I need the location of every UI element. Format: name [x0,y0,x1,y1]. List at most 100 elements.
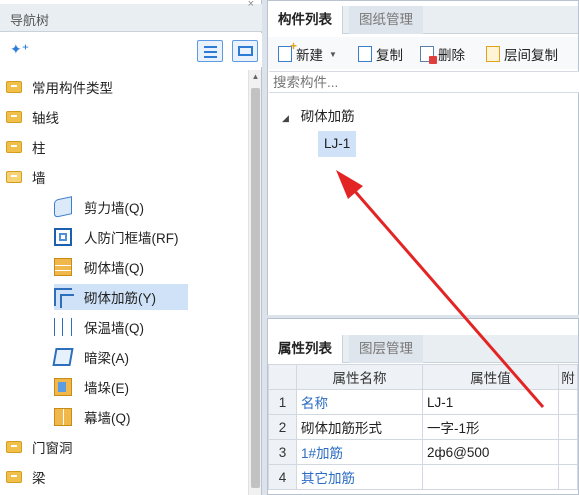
new-button[interactable]: 新建 ▼ [278,39,337,64]
property-extra[interactable] [558,439,578,465]
tree-item-label: 常用构件类型 [32,81,113,96]
copy-button[interactable]: 复制 [358,44,403,64]
floor-copy-button[interactable]: 层间复制 [486,44,558,64]
list-line-icon [204,46,217,48]
property-panel: 属性列表 图层管理 属性名称 属性值 附 1 名称 LJ-1 2 砌体加筋形式 … [267,318,579,495]
row-number: 1 [268,389,297,415]
property-name: 砌体加筋形式 [296,414,423,440]
tree-item-beam[interactable]: 梁 [6,464,46,490]
grid-corner [268,364,297,390]
tab-property-list[interactable]: 属性列表 [268,335,343,363]
new-label: 新建 [296,48,323,63]
delete-label: 删除 [438,48,465,63]
nav-toolbar: ✦⁺ [0,33,262,67]
row-number: 2 [268,414,297,440]
column-header-name: 属性名称 [296,364,423,390]
table-row[interactable]: 2 砌体加筋形式 一字-1形 [268,414,578,440]
tree-item-label: 墙垛(E) [84,381,129,396]
tree-item-insulation-wall[interactable]: 保温墙(Q) [54,314,144,340]
tree-item-masonry-rebar[interactable]: 砌体加筋(Y) [54,284,188,310]
tree-item-shear-wall[interactable]: 剪力墙(Q) [54,194,144,220]
floor-copy-icon [486,46,500,62]
property-extra[interactable] [558,414,578,440]
row-number: 4 [268,464,297,490]
component-tree-root[interactable]: ◢ 砌体加筋 [282,105,355,125]
search-box [269,71,579,93]
chevron-down-icon[interactable]: ▼ [329,50,337,59]
tree-item-column[interactable]: 柱 [6,134,46,160]
tree-item-label: 暗梁(A) [84,351,129,366]
component-item-lj1[interactable]: LJ-1 [318,131,357,157]
card-view-button[interactable] [232,40,258,62]
scroll-thumb[interactable] [251,88,260,488]
card-icon [238,46,253,56]
component-root-label: 砌体加筋 [300,109,355,124]
table-row[interactable]: 4 其它加筋 [268,464,578,490]
hidden-beam-icon [52,348,74,366]
property-value[interactable]: LJ-1 [422,389,559,415]
property-extra[interactable] [558,389,578,415]
wall-pier-icon [54,378,72,396]
tree-item-civil-defense-wall[interactable]: 人防门框墙(RF) [54,224,179,250]
pin-icon[interactable]: × [248,0,254,10]
tree-item-hidden-beam[interactable]: 暗梁(A) [52,344,129,370]
property-extra[interactable] [558,464,578,490]
property-value[interactable]: 一字-1形 [422,414,559,440]
nav-header: 导航树 × [0,0,262,32]
list-view-button[interactable] [197,40,223,62]
tree-item-wall[interactable]: 墙 [6,164,46,190]
property-value[interactable] [422,464,559,490]
masonry-wall-icon [54,258,72,276]
door-frame-wall-icon [54,228,72,246]
tree-item-label: 梁 [32,471,46,486]
property-tabs: 属性列表 图层管理 [268,335,578,363]
list-line-icon [204,56,217,58]
new-file-icon [278,39,297,62]
tree-item-label: 剪力墙(Q) [84,201,144,216]
expand-triangle-icon[interactable]: ◢ [282,113,289,123]
sparkle-icon[interactable]: ✦⁺ [10,41,29,59]
tree-item-label: 墙 [32,171,46,186]
tree-item-curtain-wall[interactable]: 幕墙(Q) [54,404,131,430]
nav-title: 导航树 [10,13,50,28]
delete-button[interactable]: 删除 [420,44,465,64]
row-number: 3 [268,439,297,465]
delete-icon [420,46,437,64]
folder-icon [6,141,22,153]
tree-item-openings[interactable]: 门窗洞 [6,434,73,460]
tree-item-common[interactable]: 常用构件类型 [6,74,113,100]
component-toolbar: 新建 ▼ 复制 删除 层间复制 [268,37,578,69]
masonry-rebar-icon [54,288,74,308]
tree-item-axis[interactable]: 轴线 [6,104,59,130]
component-panel: 构件列表 图纸管理 新建 ▼ 复制 删除 层间复制 [267,0,579,315]
folder-icon [6,111,22,123]
folder-icon [6,441,22,453]
tree-item-label: 门窗洞 [32,441,73,456]
tree-item-label: 柱 [32,141,46,156]
tree-item-label: 砌体加筋(Y) [84,291,156,306]
tree-item-wall-pier[interactable]: 墙垛(E) [54,374,129,400]
tab-component-list[interactable]: 构件列表 [268,6,343,34]
list-line-icon [204,51,217,53]
table-row[interactable]: 3 1#加筋 2ф6@500 [268,439,578,465]
property-value[interactable]: 2ф6@500 [422,439,559,465]
curtain-wall-icon [54,408,72,426]
nav-panel: 导航树 × ✦⁺ 常用构件类型 轴线 柱 墙 剪力墙(Q) 人防门框墙(RF) … [0,0,262,495]
tree-item-label: 人防门框墙(RF) [84,231,179,246]
copy-label: 复制 [376,48,403,63]
nav-scrollbar[interactable]: ▲ [248,70,261,495]
shear-wall-icon [54,196,72,218]
tab-layer-management[interactable]: 图层管理 [349,335,423,363]
tree-item-label: 轴线 [32,111,59,126]
scroll-up-icon[interactable]: ▲ [249,70,262,84]
nav-tree: 常用构件类型 轴线 柱 墙 剪力墙(Q) 人防门框墙(RF) 砌体墙(Q) 砌体… [0,70,248,495]
search-input[interactable] [269,72,579,92]
property-name: 名称 [296,389,423,415]
floor-copy-label: 层间复制 [504,48,558,63]
tab-drawing-management[interactable]: 图纸管理 [349,6,423,34]
table-row[interactable]: 1 名称 LJ-1 [268,389,578,415]
property-grid: 属性名称 属性值 附 1 名称 LJ-1 2 砌体加筋形式 一字-1形 3 1#… [268,364,578,490]
tree-item-masonry-wall[interactable]: 砌体墙(Q) [54,254,144,280]
folder-icon [6,471,22,483]
folder-open-icon [6,171,22,183]
